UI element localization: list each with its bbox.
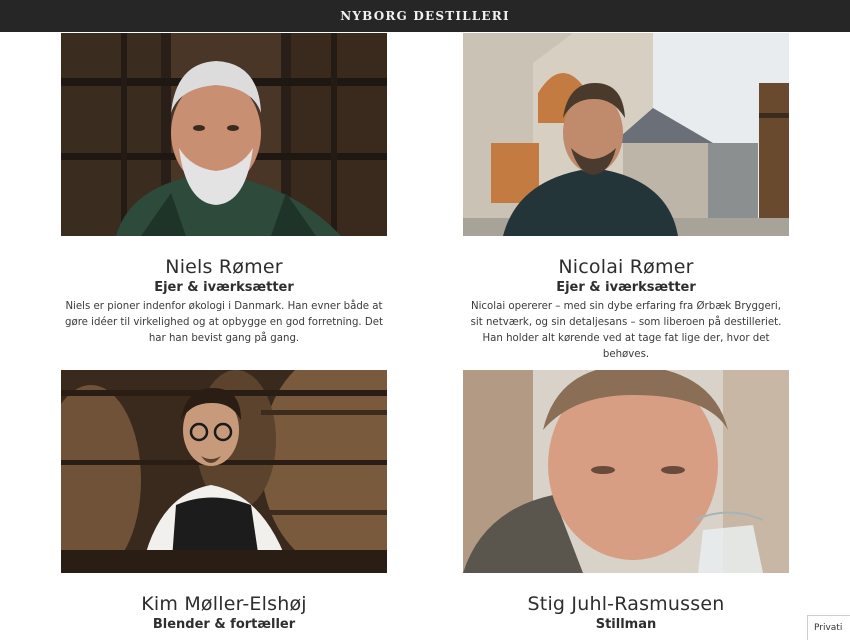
team-card-stig: Stig Juhl-Rasmussen Stillman xyxy=(463,370,789,632)
member-role: Ejer & iværksætter xyxy=(154,280,294,295)
portrait-stig xyxy=(463,370,789,573)
top-bar: NYBORG DESTILLERI xyxy=(0,0,850,32)
member-name: Stig Juhl-Rasmussen xyxy=(527,593,725,615)
member-role: Stillman xyxy=(595,617,657,632)
portrait-nicolai xyxy=(463,33,789,236)
member-name: Nicolai Rømer xyxy=(558,256,694,278)
member-name: Kim Møller-Elshøj xyxy=(141,593,307,615)
member-role: Ejer & iværksætter xyxy=(556,280,696,295)
brand-logo[interactable]: NYBORG DESTILLERI xyxy=(340,9,510,23)
member-bio: Nicolai opererer – med sin dybe erfaring… xyxy=(470,301,782,360)
team-card-kim: Kim Møller-Elshøj Blender & fortæller xyxy=(61,370,387,632)
member-name: Niels Rømer xyxy=(165,256,283,278)
portrait-niels xyxy=(61,33,387,236)
team-card-niels: Niels Rømer Ejer & iværksætter Niels er … xyxy=(61,33,387,347)
member-role: Blender & fortæller xyxy=(152,617,296,632)
member-bio: Niels er pioner indenfor økologi i Danma… xyxy=(65,301,383,344)
portrait-kim xyxy=(61,370,387,573)
privacy-badge[interactable]: Privati xyxy=(807,615,850,640)
team-card-nicolai: Nicolai Rømer Ejer & iværksætter Nicolai… xyxy=(463,33,789,363)
